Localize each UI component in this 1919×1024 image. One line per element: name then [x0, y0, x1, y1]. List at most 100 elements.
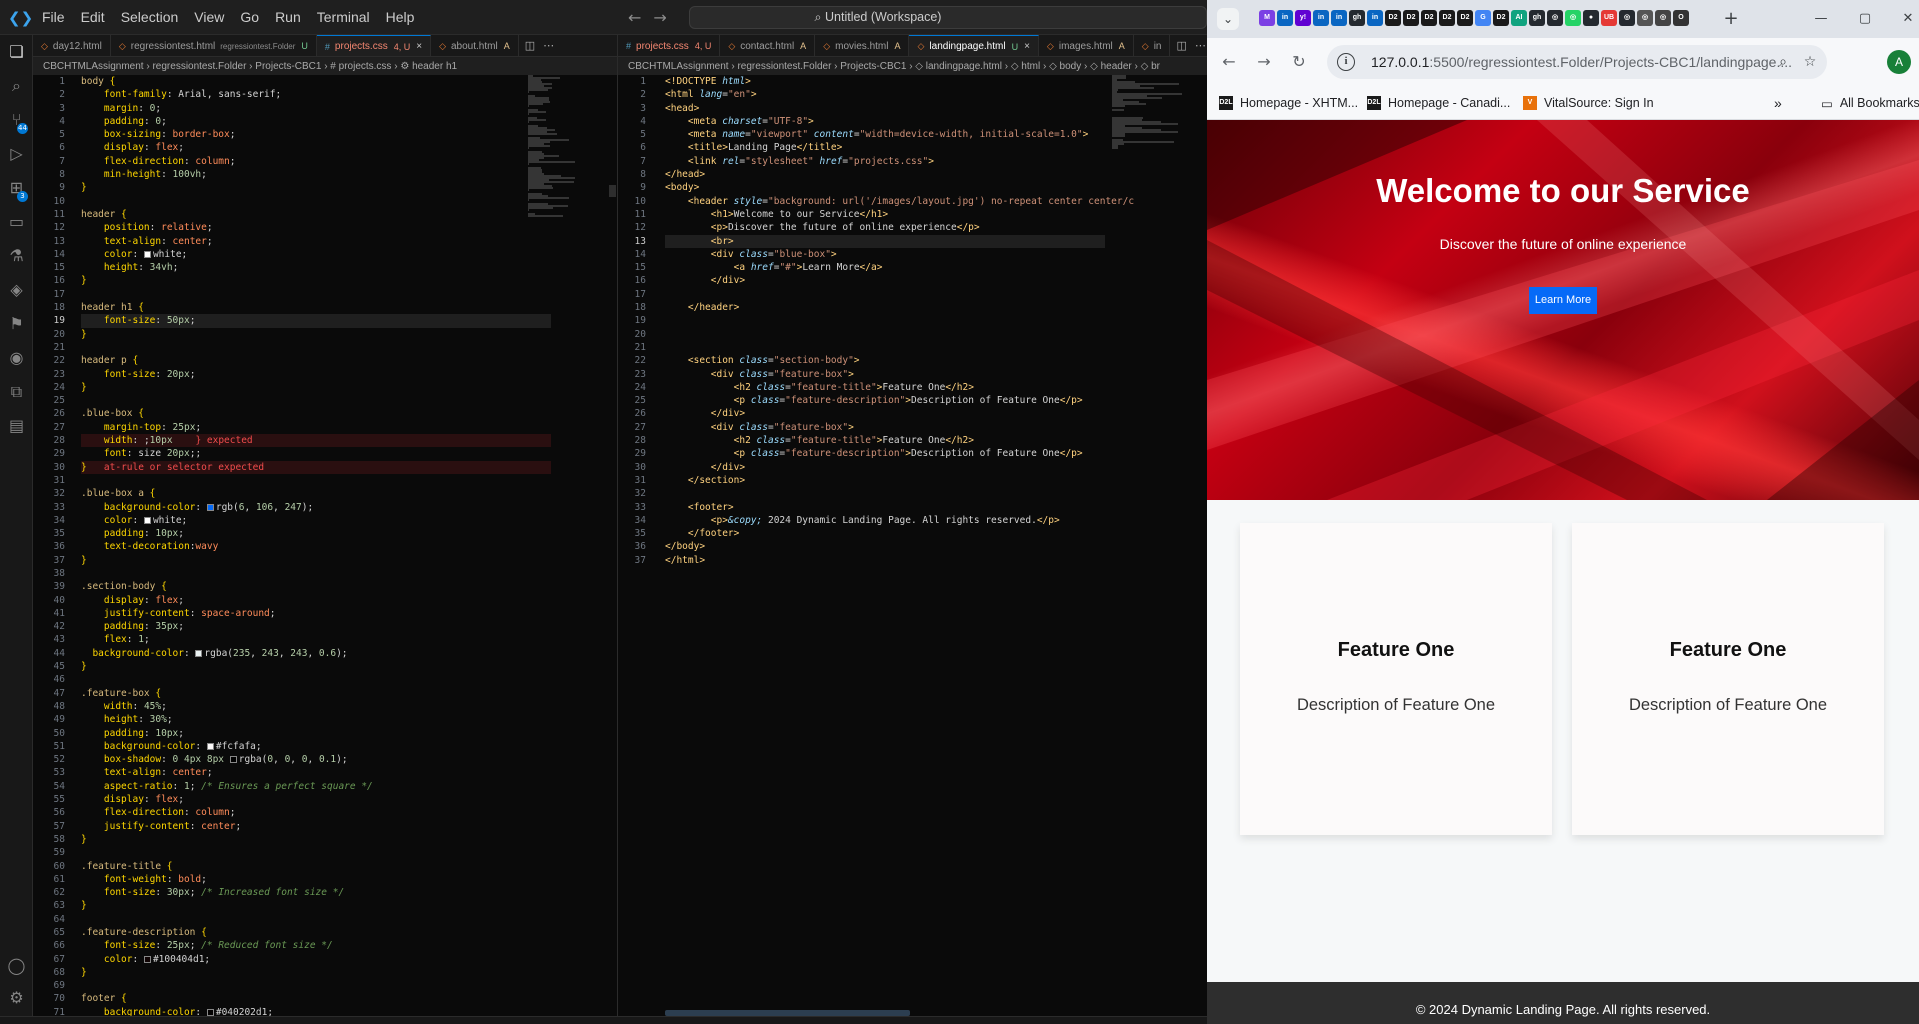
menu-file[interactable]: File: [34, 0, 73, 35]
color-swatch[interactable]: [143, 250, 151, 258]
all-bookmarks[interactable]: ▭ All Bookmarks: [1821, 86, 1919, 120]
split-editor-icon[interactable]: ◫: [1176, 39, 1186, 52]
pinned-tab-favicon[interactable]: D2: [1421, 10, 1437, 26]
bookmark-icon[interactable]: ⚑: [6, 313, 27, 334]
code-line[interactable]: footer {: [81, 992, 551, 1005]
code-line[interactable]: </head>: [665, 168, 1105, 181]
code-line[interactable]: [81, 195, 551, 208]
code-line[interactable]: flex-direction: column;: [81, 155, 551, 168]
code-line[interactable]: <header style="background: url('/images/…: [665, 195, 1134, 208]
tab-projects-css[interactable]: # projects.css 4, U ×: [316, 35, 432, 56]
html-editor[interactable]: 1 2 3 4 5 6 7 8 9 10 11 12 13 14 15 16 17 18 19 20 21 22 23 24 2…: [618, 75, 1207, 1016]
code-line[interactable]: padding: 10px;: [81, 727, 551, 740]
code-line[interactable]: [665, 487, 1105, 500]
code-line[interactable]: .section-body {: [81, 580, 551, 593]
close-icon[interactable]: ✕: [1897, 8, 1919, 30]
pinned-tab-favicon[interactable]: G: [1475, 10, 1491, 26]
new-tab-icon[interactable]: +: [1720, 8, 1742, 30]
code-line[interactable]: </footer>: [665, 527, 1105, 540]
code-line[interactable]: }: [81, 966, 551, 979]
pinned-tab-favicon[interactable]: ◎: [1565, 10, 1581, 26]
pinned-tab-favicon[interactable]: gh: [1349, 10, 1365, 26]
pinned-tab-favicon[interactable]: O: [1673, 10, 1689, 26]
minimize-icon[interactable]: —: [1810, 8, 1832, 30]
code-line[interactable]: }: [81, 660, 551, 673]
pinned-tab-favicon[interactable]: D2: [1457, 10, 1473, 26]
color-swatch[interactable]: [143, 516, 151, 524]
menu-selection[interactable]: Selection: [113, 0, 187, 35]
code-line[interactable]: [665, 328, 1105, 341]
code-line[interactable]: <title>Landing Page</title>: [665, 141, 1105, 154]
code-line[interactable]: height: 34vh;: [81, 261, 551, 274]
code-line[interactable]: font-size: 30px; /* Increased font size …: [81, 886, 551, 899]
code-line[interactable]: background-color: rgba(235, 243, 243, 0.…: [81, 647, 551, 660]
code-line[interactable]: <footer>: [665, 501, 1105, 514]
code-line[interactable]: background-color: #fcfafa;: [81, 740, 551, 753]
css-scrollbar[interactable]: [609, 185, 616, 197]
code-line[interactable]: <html lang="en">: [665, 88, 1105, 101]
code-line[interactable]: width: 45%;: [81, 700, 551, 713]
containers-icon[interactable]: ⧉: [6, 381, 27, 402]
color-swatch[interactable]: [206, 1008, 214, 1016]
tab-contact-html[interactable]: ◇ contact.html A: [720, 35, 816, 56]
tab-search-icon[interactable]: ⌄: [1217, 8, 1239, 30]
code-line[interactable]: .blue-box a {: [81, 487, 551, 500]
code-line[interactable]: }: [81, 554, 551, 567]
remote-explorer-icon[interactable]: ▭: [6, 211, 27, 232]
address-bar[interactable]: i 127.0.0.1:5500/regressiontest.Folder/P…: [1327, 45, 1827, 79]
pinned-tab-favicon[interactable]: UB: [1601, 10, 1617, 26]
tab-close-icon[interactable]: ×: [416, 41, 422, 52]
tab-in[interactable]: ◇ in: [1134, 35, 1171, 56]
github-icon[interactable]: ◉: [6, 347, 27, 368]
code-line[interactable]: <section class="section-body">: [665, 354, 1105, 367]
css-minimap[interactable]: [528, 75, 608, 217]
pinned-tab-favicon[interactable]: in: [1367, 10, 1383, 26]
code-line[interactable]: <link rel="stylesheet" href="projects.cs…: [665, 155, 1105, 168]
more-actions-icon[interactable]: ⋯: [1195, 39, 1206, 52]
code-line[interactable]: }: [81, 899, 551, 912]
code-line[interactable]: header {: [81, 208, 551, 221]
code-line[interactable]: [81, 913, 551, 926]
profile-avatar[interactable]: A: [1887, 50, 1911, 74]
code-line[interactable]: <p>&copy; 2024 Dynamic Landing Page. All…: [665, 514, 1105, 527]
run-debug-icon[interactable]: ▷: [6, 143, 27, 164]
pinned-tab-favicon[interactable]: AI: [1511, 10, 1527, 26]
code-line[interactable]: padding: 0;: [81, 115, 551, 128]
code-line[interactable]: <div class="feature-box">: [665, 368, 1105, 381]
color-swatch[interactable]: [206, 503, 214, 511]
tab-day12-html[interactable]: ◇ day12.html: [33, 35, 111, 56]
code-line[interactable]: <meta charset="UTF-8">: [665, 115, 1105, 128]
code-line[interactable]: }: [81, 274, 551, 287]
code-line[interactable]: .feature-description {: [81, 926, 551, 939]
code-line[interactable]: [81, 979, 551, 992]
pinned-tab-favicon[interactable]: gh: [1529, 10, 1545, 26]
back-icon[interactable]: ←: [1217, 50, 1241, 74]
bookmark-homepage-xhtml[interactable]: D2L Homepage - XHTM...: [1219, 86, 1358, 120]
pinned-tab-favicon[interactable]: D2: [1493, 10, 1509, 26]
code-line[interactable]: display: flex;: [81, 594, 551, 607]
url-text[interactable]: 127.0.0.1:5500/regressiontest.Folder/Pro…: [1371, 45, 1792, 79]
site-info-icon[interactable]: i: [1337, 53, 1355, 71]
code-line[interactable]: position: relative;: [81, 221, 551, 234]
code-line[interactable]: background-color: #040202d1;: [81, 1006, 551, 1016]
tab-landingpage-html[interactable]: ◇ landingpage.html U ×: [909, 35, 1039, 56]
code-line[interactable]: [81, 673, 551, 686]
code-line[interactable]: <p>Discover the future of online experie…: [665, 221, 1105, 234]
code-line[interactable]: font-weight: bold;: [81, 873, 551, 886]
forward-icon[interactable]: →: [1252, 50, 1276, 74]
code-line[interactable]: min-height: 100vh;: [81, 168, 551, 181]
code-line[interactable]: text-align: center;: [81, 766, 551, 779]
code-line[interactable]: .feature-title {: [81, 860, 551, 873]
zoom-icon[interactable]: ⌕: [1774, 53, 1792, 71]
learn-more-button[interactable]: Learn More: [1529, 287, 1597, 314]
code-line[interactable]: <meta name="viewport" content="width=dev…: [665, 128, 1105, 141]
html-minimap[interactable]: [1112, 75, 1192, 195]
pinned-tab-favicon[interactable]: M: [1259, 10, 1275, 26]
back-arrow-icon[interactable]: ←: [628, 8, 653, 27]
code-line[interactable]: <div class="feature-box">: [665, 421, 1105, 434]
code-line[interactable]: <head>: [665, 102, 1105, 115]
code-line[interactable]: }: [81, 181, 551, 194]
code-line[interactable]: }: [81, 833, 551, 846]
menu-help[interactable]: Help: [378, 0, 423, 35]
code-line[interactable]: font-size: 20px;: [81, 368, 551, 381]
